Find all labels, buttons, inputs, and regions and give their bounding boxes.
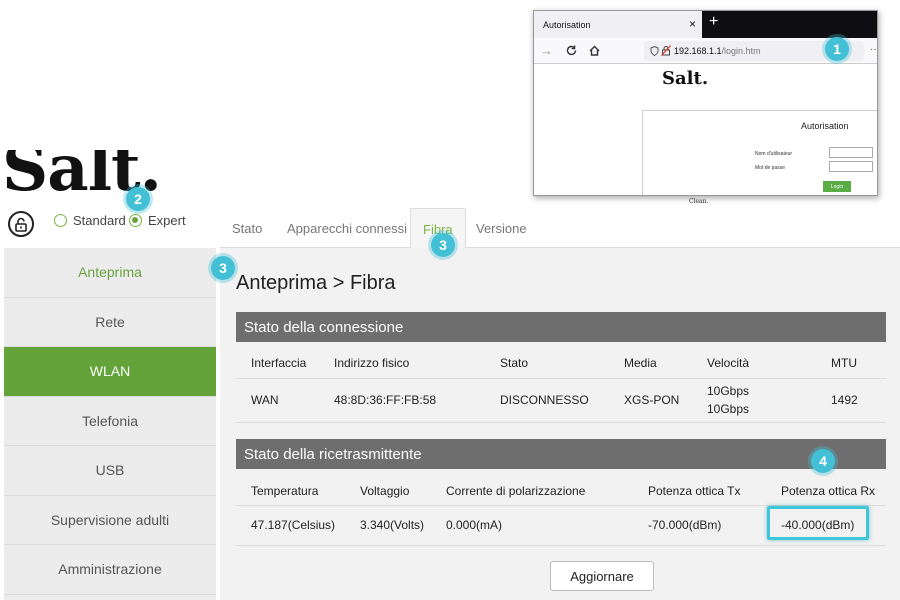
sidebar-item-amministrazione[interactable]: Amministrazione (4, 545, 216, 595)
mode-expert-label: Expert (148, 213, 186, 228)
col-indirizzo-fisico: Indirizzo fisico (334, 356, 410, 370)
url-path: /login.htm (721, 46, 761, 56)
tab-stato[interactable]: Stato (232, 208, 262, 248)
username-field[interactable] (829, 147, 873, 158)
refresh-button[interactable]: Aggiornare (550, 561, 654, 591)
connection-table: Interfaccia Indirizzo fisico Stato Media… (236, 342, 886, 423)
tab-apparecchi-connessi[interactable]: Apparecchi connessi (287, 208, 407, 248)
page-title: Anteprima > Fibra (236, 272, 396, 294)
tab-versione[interactable]: Versione (476, 208, 527, 248)
cell-mtu: 1492 (831, 393, 858, 407)
password-field[interactable] (829, 161, 873, 172)
auth-panel: Autorisation Nom d'utilisateur Mot de pa… (642, 110, 877, 195)
radio-standard[interactable] (54, 214, 67, 227)
step-badge-3-tab: 3 (431, 233, 455, 257)
cell-interface: WAN (251, 393, 279, 407)
main-content: Anteprima > Fibra Stato della connession… (220, 248, 900, 600)
mode-standard-radio[interactable]: Standard (54, 213, 126, 228)
step-badge-4: 4 (811, 449, 835, 473)
reload-icon[interactable] (565, 44, 578, 57)
sidebar-item-rete[interactable]: Rete (4, 297, 216, 347)
forward-icon[interactable]: → (540, 43, 553, 58)
cell-media: XGS-PON (624, 393, 680, 407)
screenshot-stage: Salt. Standard Expert Stato Apparecchi c… (0, 0, 900, 600)
cell-mac: 48:8D:36:FF:FB:58 (334, 393, 437, 407)
connection-section-header: Stato della connessione (236, 312, 886, 342)
step-badge-3-sidebar: 3 (211, 256, 235, 280)
col-tx: Potenza ottica Tx (648, 484, 741, 498)
menu-dots-icon[interactable]: ·· (870, 44, 877, 55)
sidebar-item-supervisione-adulti[interactable]: Supervisione adulti (4, 495, 216, 545)
cell-state: DISCONNESSO (500, 393, 589, 407)
browser-body: Salt. Autorisation Nom d'utilisateur Mot… (534, 64, 877, 195)
browser-titlebar: Autorisation × + (534, 11, 877, 38)
rx-highlight-box (767, 506, 869, 540)
step-badge-1: 1 (825, 37, 849, 61)
col-voltaggio: Voltaggio (360, 484, 410, 498)
cell-speed-2: 10Gbps (707, 402, 750, 416)
cell-voltage: 3.340(Volts) (360, 518, 425, 532)
radio-expert[interactable] (129, 214, 142, 227)
auth-title: Autorisation (801, 121, 849, 131)
sidebar-item-telefonia[interactable]: Telefonia (4, 396, 216, 446)
col-interfaccia: Interfaccia (251, 356, 307, 370)
row-divider (236, 422, 886, 423)
cell-speed-1: 10Gbps (707, 384, 750, 398)
lock-button[interactable] (8, 211, 34, 237)
sidebar-item-usb[interactable]: USB (4, 446, 216, 496)
lock-icon (15, 217, 27, 232)
col-media: Media (624, 356, 657, 370)
shield-icon (650, 46, 659, 56)
url-host: 192.168.1.1 (674, 46, 722, 56)
home-icon[interactable] (588, 44, 601, 57)
browser-inset: Autorisation × + → 192.168.1.1 /login.ht… (533, 10, 878, 196)
tab-bar: Stato Apparecchi connessi Fibra Versione (220, 208, 900, 249)
col-temperatura: Temperatura (251, 484, 319, 498)
insecure-lock-icon (661, 45, 671, 56)
salt-logo-small: Salt. (662, 68, 709, 89)
step-badge-2: 2 (126, 187, 150, 211)
col-corrente: Corrente di polarizzazione (446, 484, 586, 498)
col-stato: Stato (500, 356, 529, 370)
username-label: Nom d'utilisateur (755, 151, 793, 157)
new-tab-icon[interactable]: + (709, 13, 718, 31)
transceiver-table: Temperatura Voltaggio Corrente di polari… (236, 469, 886, 549)
close-icon[interactable]: × (689, 17, 696, 31)
tagline-text: Clean. (689, 198, 709, 205)
browser-tab[interactable]: Autorisation × (534, 11, 702, 38)
cell-tx: -70.000(dBm) (648, 518, 722, 532)
sidebar: Anteprima Rete WLAN Telefonia USB Superv… (4, 248, 216, 600)
login-button[interactable]: Login (823, 181, 851, 192)
transceiver-section-header: Stato della ricetrasmittente (236, 439, 886, 469)
cell-bias: 0.000(mA) (446, 518, 503, 532)
browser-tab-title: Autorisation (543, 19, 591, 30)
cell-temperature: 47.187(Celsius) (251, 518, 336, 532)
sidebar-item-anteprima[interactable]: Anteprima (4, 248, 216, 298)
row-divider (236, 378, 886, 379)
sidebar-item-wlan[interactable]: WLAN (4, 347, 216, 397)
password-label: Mot de passe (755, 165, 786, 171)
mode-standard-label: Standard (73, 213, 126, 228)
col-rx: Potenza ottica Rx (781, 484, 876, 498)
row-divider (236, 545, 886, 546)
mode-expert-radio[interactable]: Expert (129, 213, 186, 228)
col-velocita: Velocità (707, 356, 750, 370)
col-mtu: MTU (831, 356, 857, 370)
